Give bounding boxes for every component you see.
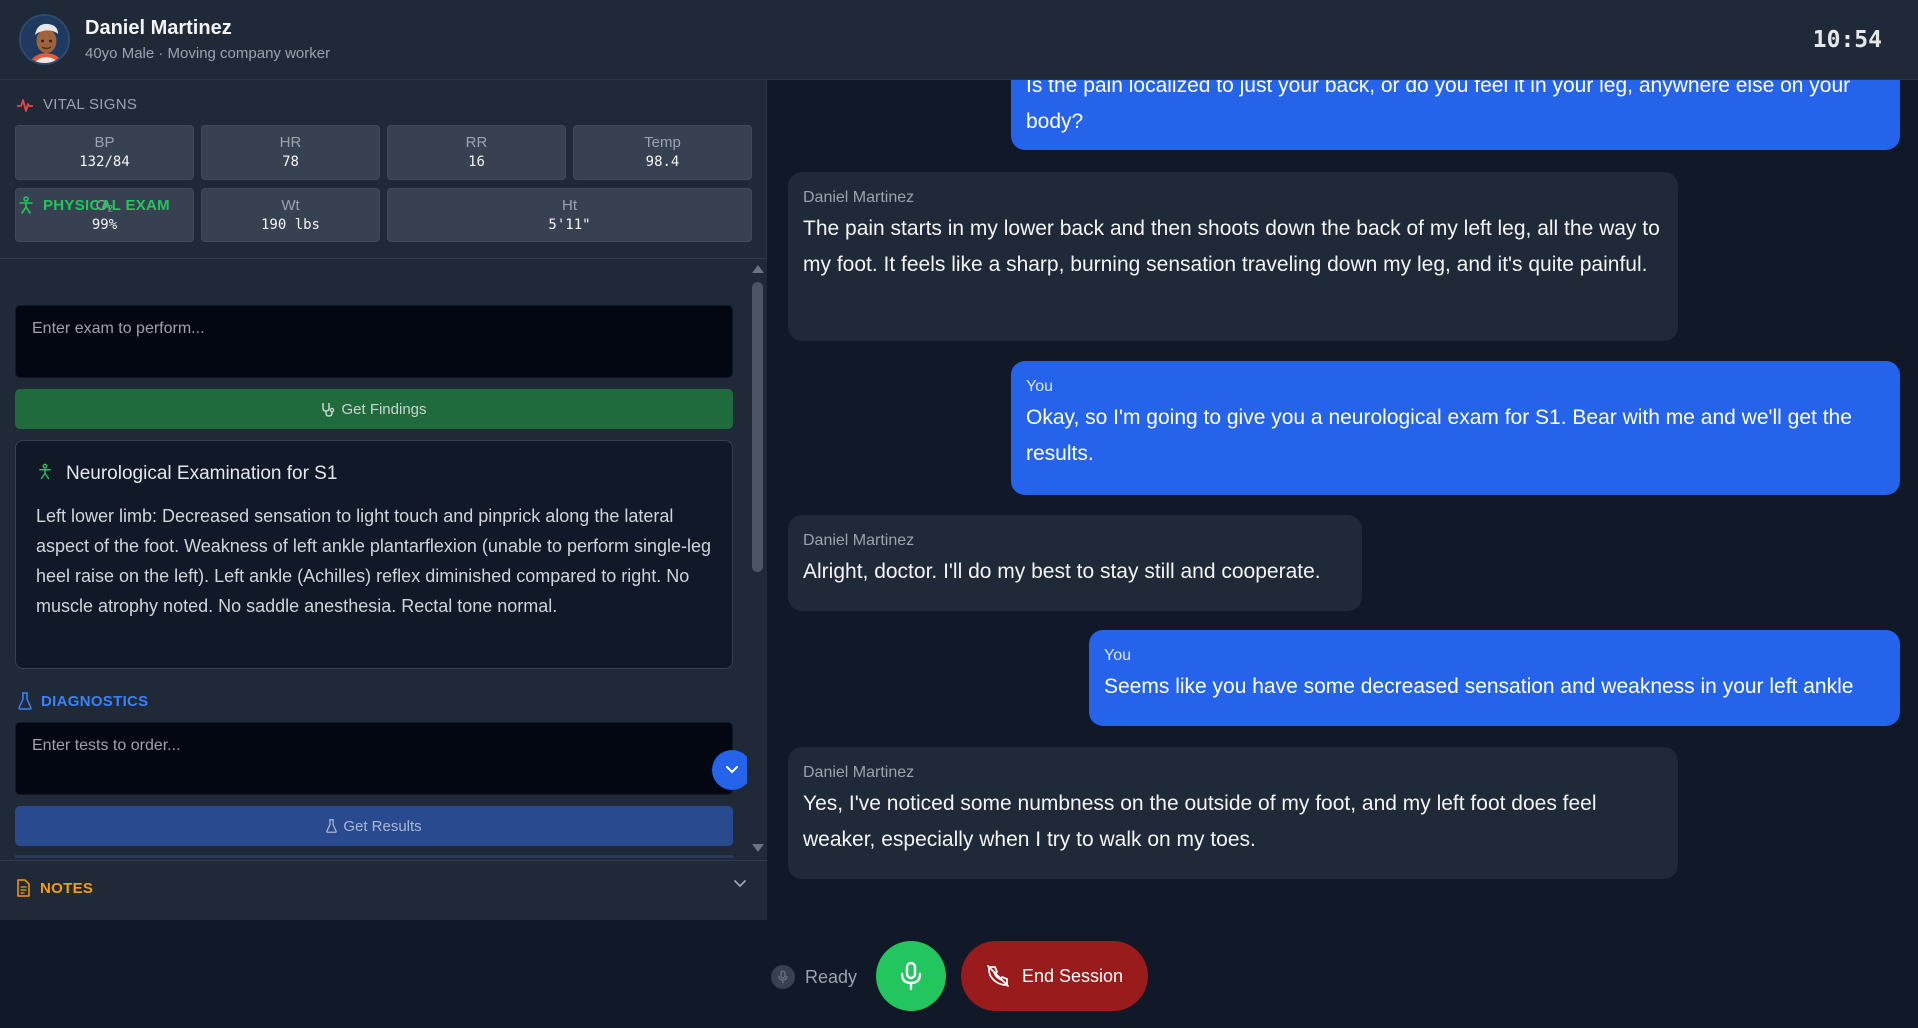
vital-label: BP <box>94 134 115 151</box>
vital-value: 98.4 <box>645 154 680 170</box>
patient-avatar <box>19 14 70 65</box>
vital-label: Ht <box>562 197 577 214</box>
get-findings-button[interactable]: Get Findings <box>15 389 733 429</box>
chevron-down-icon <box>726 766 738 774</box>
vital-value: 5'11" <box>548 217 591 233</box>
chat-message-you: Is the pain localized to just your back,… <box>1011 80 1900 150</box>
message-text: Seems like you have some decreased sensa… <box>1104 675 1854 698</box>
vital-hr: HR 78 <box>201 125 380 180</box>
chat-transcript: Is the pain localized to just your back,… <box>768 80 1918 920</box>
get-results-button[interactable]: Get Results <box>15 806 733 846</box>
end-session-label: End Session <box>1021 965 1124 986</box>
vital-bp: BP 132/84 <box>15 125 194 180</box>
flask-icon <box>326 819 338 833</box>
vital-rr: RR 16 <box>387 125 566 180</box>
physical-exam-title: PHYSICAL EXAM <box>43 196 170 214</box>
notes-header: NOTES <box>16 879 93 897</box>
vital-label: Wt <box>281 197 300 214</box>
microphone-icon <box>900 961 922 991</box>
microphone-button[interactable] <box>876 941 946 1011</box>
section-divider <box>15 855 733 858</box>
notes-section[interactable]: NOTES <box>0 860 767 920</box>
vital-ht: Ht 5'11" <box>387 188 752 242</box>
vital-label: Temp <box>644 134 681 151</box>
vital-value: 190 lbs <box>260 217 320 233</box>
patient-name: Daniel Martinez <box>85 17 232 39</box>
scroll-thumb[interactable] <box>752 282 763 572</box>
mic-small-icon <box>771 965 795 989</box>
message-sender: Daniel Martinez <box>803 532 915 549</box>
chat-message-patient: Daniel Martinez The pain starts in my lo… <box>788 172 1678 341</box>
scroll-down-button[interactable] <box>712 750 752 790</box>
phone-off-icon <box>987 965 1009 987</box>
message-text: Alright, doctor. I'll do my best to stay… <box>803 560 1321 583</box>
physical-exam-header: PHYSICAL EXAM <box>18 196 170 214</box>
end-session-button[interactable]: End Session <box>961 941 1148 1011</box>
session-timer: 10:54 <box>1812 27 1882 53</box>
vital-label: RR <box>465 134 488 151</box>
app-header: Daniel Martinez 40yo Male · Moving compa… <box>0 0 1918 80</box>
message-sender: Daniel Martinez <box>803 189 915 206</box>
diagnostics-header: DIAGNOSTICS <box>18 692 148 710</box>
chat-message-patient: Daniel Martinez Alright, doctor. I'll do… <box>788 515 1362 611</box>
mic-status: Ready <box>771 965 857 989</box>
message-text: Okay, so I'm going to give you a neurolo… <box>1026 406 1852 465</box>
message-sender: You <box>1104 647 1131 664</box>
vital-wt: Wt 190 lbs <box>201 188 380 242</box>
vital-temp: Temp 98.4 <box>573 125 752 180</box>
get-results-label: Get Results <box>343 817 422 835</box>
vital-value: 16 <box>468 154 485 170</box>
vital-value: 78 <box>282 154 299 170</box>
section-divider <box>0 258 767 259</box>
patient-subtitle: 40yo Male · Moving company worker <box>85 45 331 62</box>
vital-signs-header: VITAL SIGNS <box>16 96 137 113</box>
vital-label: HR <box>279 134 302 151</box>
message-text: Is the pain localized to just your back,… <box>1026 80 1851 133</box>
notes-title: NOTES <box>40 879 94 897</box>
message-sender: Daniel Martinez <box>803 764 915 781</box>
vital-value: 132/84 <box>79 154 130 170</box>
chat-message-patient: Daniel Martinez Yes, I've noticed some n… <box>788 747 1678 879</box>
person-icon <box>19 196 33 214</box>
person-icon <box>38 463 52 485</box>
finding-title: Neurological Examination for S1 <box>66 463 338 484</box>
diagnostics-title: DIAGNOSTICS <box>41 692 149 710</box>
message-text: The pain starts in my lower back and the… <box>803 217 1660 276</box>
exam-input[interactable]: Enter exam to perform... <box>15 305 733 378</box>
chat-message-you: You Okay, so I'm going to give you a neu… <box>1011 361 1900 495</box>
stethoscope-icon <box>322 402 335 417</box>
chat-message-you: You Seems like you have some decreased s… <box>1089 630 1900 726</box>
session-controls: Ready End Session <box>0 920 1918 1028</box>
flask-icon <box>18 692 32 710</box>
scroll-up-arrow[interactable] <box>752 265 764 273</box>
scroll-down-arrow[interactable] <box>752 844 764 852</box>
get-findings-label: Get Findings <box>341 400 427 418</box>
vital-signs-title: VITAL SIGNS <box>43 96 138 113</box>
vital-value: 99% <box>91 217 118 233</box>
message-sender: You <box>1026 378 1053 395</box>
message-text: Yes, I've noticed some numbness on the o… <box>803 792 1597 851</box>
finding-card: Neurological Examination for S1 Left low… <box>15 440 733 669</box>
status-label: Ready <box>805 966 858 987</box>
finding-text: Left lower limb: Decreased sensation to … <box>36 506 712 616</box>
tests-input[interactable]: Enter tests to order... <box>15 722 733 795</box>
chevron-down-icon[interactable] <box>733 879 747 889</box>
heartbeat-icon <box>17 98 33 112</box>
document-icon <box>17 879 30 897</box>
